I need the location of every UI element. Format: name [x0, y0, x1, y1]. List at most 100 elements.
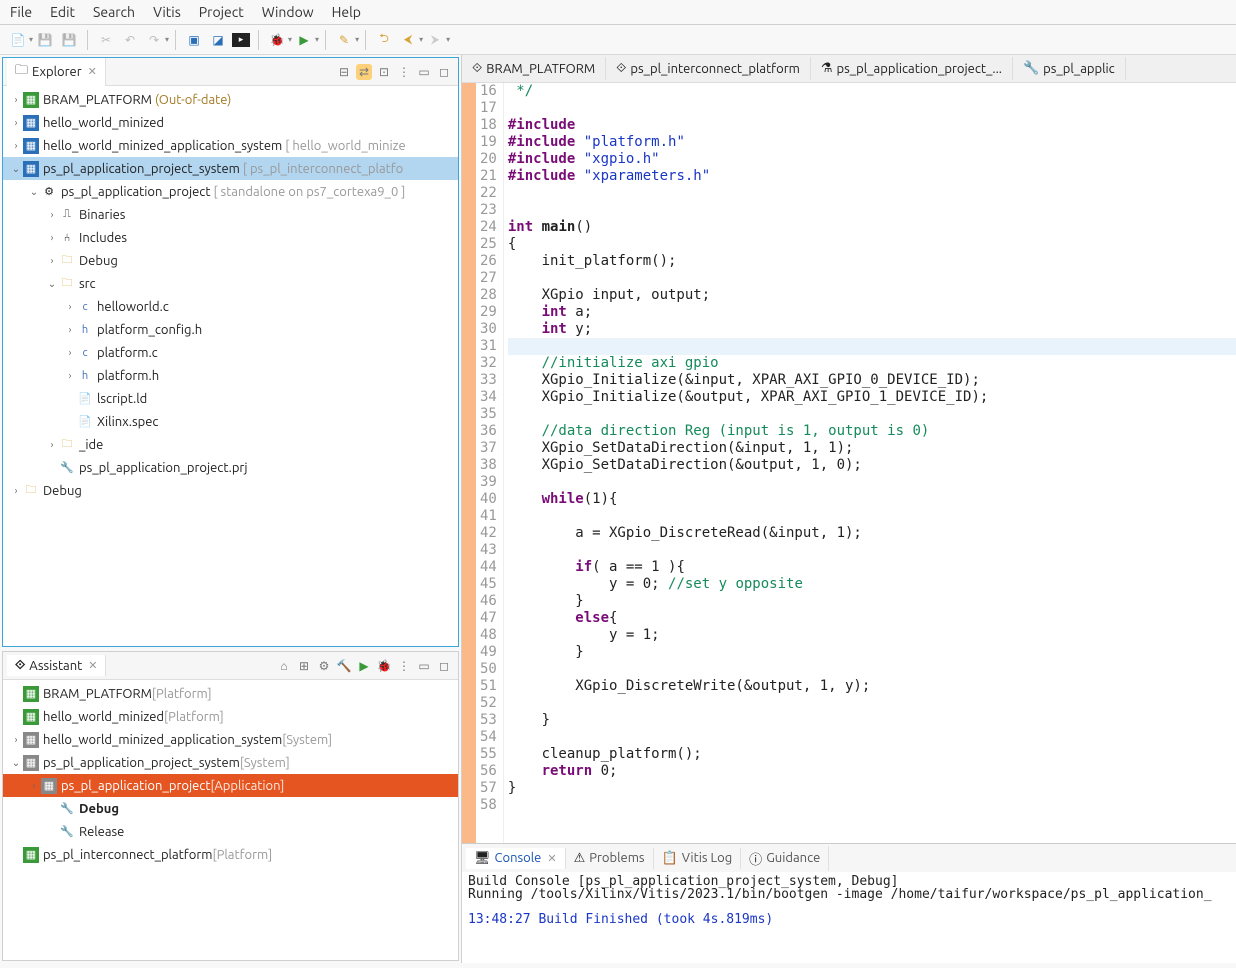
twist-icon[interactable]: › — [9, 485, 23, 496]
add-icon[interactable]: ⊞ — [296, 658, 312, 674]
debug2-icon[interactable]: 🐞 — [376, 658, 392, 674]
tree-row[interactable]: 📄Xilinx.spec — [3, 410, 458, 433]
console-tab-vitis-log[interactable]: 📋Vitis Log — [654, 848, 742, 869]
assistant-row[interactable]: 🔧Release — [3, 820, 458, 843]
menu-icon[interactable]: ⋮ — [396, 64, 412, 80]
twist-icon[interactable]: › — [63, 301, 77, 312]
includes-icon: ⑃ — [59, 230, 75, 246]
hammer-icon[interactable]: 🔨 — [336, 658, 352, 674]
gear-icon[interactable]: ⚙ — [316, 658, 332, 674]
home-icon[interactable]: ⌂ — [276, 658, 292, 674]
editor-tab[interactable]: 🔧ps_pl_applic — [1013, 57, 1126, 80]
code-body[interactable]: */#include #include "platform.h"#include… — [504, 83, 1236, 843]
tree-row[interactable]: ›cplatform.c — [3, 341, 458, 364]
tool2-icon[interactable]: ◪ — [208, 30, 228, 50]
assistant-row[interactable]: ›▦hello_world_minized_application_system… — [3, 728, 458, 751]
tree-row[interactable]: ›⎍Binaries — [3, 203, 458, 226]
tree-row[interactable]: ⌄🗀src — [3, 272, 458, 295]
twist-icon[interactable]: › — [45, 232, 59, 243]
maximize-icon[interactable]: ◻ — [436, 64, 452, 80]
twist-icon[interactable]: › — [45, 209, 59, 220]
twist-icon[interactable]: › — [9, 117, 23, 128]
next-icon[interactable]: ⮞ — [425, 30, 445, 50]
redo-icon[interactable]: ↷ — [144, 30, 164, 50]
tree-row[interactable]: ›▦hello_world_minized_application_system… — [3, 134, 458, 157]
menu-window[interactable]: Window — [262, 4, 314, 20]
tree-row[interactable]: ›⑃Includes — [3, 226, 458, 249]
undo-icon[interactable]: ↶ — [120, 30, 140, 50]
collapse-icon[interactable]: ⊟ — [336, 64, 352, 80]
close-icon[interactable]: ✕ — [547, 852, 556, 865]
save-icon[interactable]: 💾 — [35, 30, 55, 50]
menu-project[interactable]: Project — [199, 4, 244, 20]
minimize-icon[interactable]: ▭ — [416, 658, 432, 674]
assistant-row[interactable]: ▦ps_pl_interconnect_platform [Platform] — [3, 843, 458, 866]
focus-icon[interactable]: ⊡ — [376, 64, 392, 80]
tree-row[interactable]: 🔧ps_pl_application_project.prj — [3, 456, 458, 479]
menu-help[interactable]: Help — [332, 4, 361, 20]
link-editor-icon[interactable]: ⇄ — [356, 64, 372, 80]
tree-row[interactable]: ›▦hello_world_minized — [3, 111, 458, 134]
twist-icon[interactable]: › — [63, 324, 77, 335]
menu-icon[interactable]: ⋮ — [396, 658, 412, 674]
tree-row[interactable]: ›▦BRAM_PLATFORM (Out-of-date) — [3, 88, 458, 111]
tree-row[interactable]: ›hplatform.h — [3, 364, 458, 387]
run2-icon[interactable]: ▶ — [356, 658, 372, 674]
assistant-tree[interactable]: ▦BRAM_PLATFORM [Platform]▦hello_world_mi… — [3, 680, 458, 960]
close-icon[interactable]: ✕ — [88, 65, 97, 78]
tree-row[interactable]: ›hplatform_config.h — [3, 318, 458, 341]
explorer-tab[interactable]: 🗀 Explorer ✕ — [7, 58, 106, 86]
back-icon[interactable]: ⮌ — [374, 30, 394, 50]
twist-icon[interactable]: › — [9, 734, 23, 745]
tree-row[interactable]: ›🗀_ide — [3, 433, 458, 456]
assistant-row[interactable]: 🔧Debug — [3, 797, 458, 820]
twist-icon[interactable]: › — [63, 370, 77, 381]
twist-icon[interactable]: › — [9, 94, 23, 105]
assistant-row[interactable]: ›▦ps_pl_application_project [Application… — [3, 774, 458, 797]
console-body[interactable]: Build Console [ps_pl_application_project… — [462, 872, 1236, 963]
menu-edit[interactable]: Edit — [50, 4, 75, 20]
run-icon[interactable]: ▶ — [294, 30, 314, 50]
code-editor[interactable]: 1617181920212223242526272829303132333435… — [462, 83, 1236, 843]
console-tab-guidance[interactable]: ⓘGuidance — [741, 846, 829, 871]
editor-tab[interactable]: ⚗ps_pl_application_project_... — [811, 57, 1013, 80]
wand-icon[interactable]: ✎ — [334, 30, 354, 50]
cut-icon[interactable]: ✂ — [96, 30, 116, 50]
tree-row[interactable]: ›chelloworld.c — [3, 295, 458, 318]
twist-icon[interactable]: › — [45, 255, 59, 266]
console-tab-console[interactable]: 🖥Console✕ — [466, 848, 566, 869]
tree-row[interactable]: ›🗀Debug — [3, 479, 458, 502]
minimize-icon[interactable]: ▭ — [416, 64, 432, 80]
twist-icon[interactable]: ⌄ — [9, 163, 23, 175]
twist-icon[interactable]: › — [9, 140, 23, 151]
assistant-row[interactable]: ⌄▦ps_pl_application_project_system [Syst… — [3, 751, 458, 774]
prev-icon[interactable]: ⮜ — [398, 30, 418, 50]
close-icon[interactable]: ✕ — [88, 659, 97, 672]
tree-row[interactable]: ⌄▦ps_pl_application_project_system [ ps_… — [3, 157, 458, 180]
tree-row[interactable]: 📄lscript.ld — [3, 387, 458, 410]
twist-icon[interactable]: ⌄ — [45, 278, 59, 290]
debug-icon[interactable]: 🐞 — [267, 30, 287, 50]
new-icon[interactable]: 📄 — [8, 30, 28, 50]
assistant-tab[interactable]: ⟐ Assistant ✕ — [7, 655, 106, 676]
editor-tab[interactable]: ⟐ps_pl_interconnect_platform — [606, 57, 811, 80]
editor-tab[interactable]: ⟐BRAM_PLATFORM — [462, 57, 606, 80]
save-all-icon[interactable]: 💾 — [59, 30, 79, 50]
menu-vitis[interactable]: Vitis — [153, 4, 181, 20]
maximize-icon[interactable]: ◻ — [436, 658, 452, 674]
twist-icon[interactable]: ⌄ — [9, 757, 23, 769]
assistant-row[interactable]: ▦BRAM_PLATFORM [Platform] — [3, 682, 458, 705]
assistant-row[interactable]: ▦hello_world_minized [Platform] — [3, 705, 458, 728]
terminal-icon[interactable]: ▸ — [232, 33, 250, 47]
tree-row[interactable]: ⌄⚙ps_pl_application_project [ standalone… — [3, 180, 458, 203]
twist-icon[interactable]: › — [27, 780, 41, 791]
twist-icon[interactable]: › — [63, 347, 77, 358]
twist-icon[interactable]: ⌄ — [27, 186, 41, 198]
explorer-tree[interactable]: ›▦BRAM_PLATFORM (Out-of-date)›▦hello_wor… — [3, 86, 458, 646]
console-tab-problems[interactable]: ⚠Problems — [566, 848, 654, 869]
twist-icon[interactable]: › — [45, 439, 59, 450]
tree-row[interactable]: ›🗀Debug — [3, 249, 458, 272]
tool1-icon[interactable]: ▣ — [184, 30, 204, 50]
menu-file[interactable]: File — [10, 4, 32, 20]
menu-search[interactable]: Search — [93, 4, 135, 20]
